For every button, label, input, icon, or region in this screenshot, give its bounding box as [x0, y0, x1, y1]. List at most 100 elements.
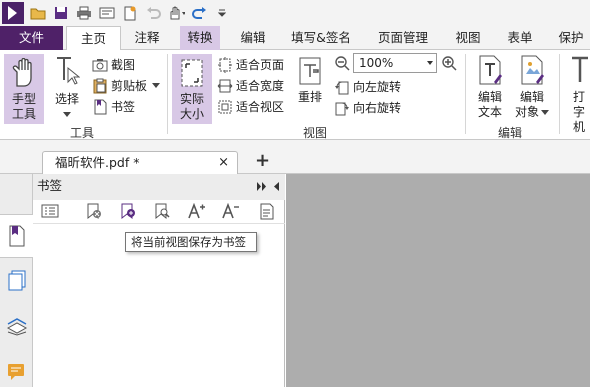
hand-dropdown-icon[interactable] — [167, 5, 185, 21]
typewriter-label-2: 字机 — [572, 105, 585, 134]
fit-visible-button[interactable]: 适合视区 — [217, 97, 284, 116]
tab-protect[interactable]: 保护 — [552, 26, 590, 50]
edit-object-label-1: 编辑 — [519, 90, 544, 104]
actual-size-button[interactable]: 实际 大小 — [172, 54, 212, 124]
ribbon-tabs: 文件 主页 注释 转换 编辑 填写&签名 页面管理 视图 表单 保护 — [0, 26, 590, 51]
tab-file[interactable]: 文件 — [0, 26, 63, 50]
zoom-out-icon[interactable] — [334, 55, 350, 71]
reflow-button[interactable]: 重排 — [294, 56, 326, 105]
add-bookmark-icon[interactable] — [119, 203, 137, 220]
tab-view[interactable]: 视图 — [448, 26, 488, 50]
reflow-icon — [299, 57, 321, 85]
comments-panel-icon[interactable] — [7, 362, 27, 382]
hand-tool-label-2: 工具 — [11, 107, 36, 121]
bookmark-panel-title: 书签 — [37, 178, 63, 193]
reflow-label: 重排 — [297, 90, 322, 104]
customize-dropdown-icon[interactable] — [213, 5, 231, 21]
zoom-in-icon[interactable] — [441, 55, 457, 71]
fit-page-label: 适合页面 — [236, 58, 285, 72]
app-logo-icon[interactable] — [2, 2, 24, 24]
typewriter-icon — [572, 56, 588, 82]
properties-icon[interactable] — [98, 5, 116, 21]
select-label: 选择 — [54, 92, 79, 106]
hand-icon — [12, 58, 32, 87]
rotate-left-icon — [335, 81, 349, 94]
delete-bookmark-icon[interactable] — [85, 203, 103, 220]
expand-panel-icon[interactable] — [257, 182, 267, 191]
navigation-sidebar — [0, 174, 33, 387]
undo-disabled-icon[interactable] — [144, 5, 162, 21]
clipboard-label: 剪贴板 — [111, 79, 148, 93]
document-canvas[interactable] — [286, 174, 590, 387]
screenshot-button[interactable]: 截图 — [92, 55, 135, 74]
edit-text-label-2: 文本 — [477, 105, 502, 119]
tab-home[interactable]: 主页 — [66, 26, 121, 51]
hand-tool-label-1: 手型 — [11, 92, 36, 106]
reduce-text-icon[interactable] — [221, 203, 239, 220]
tab-fill-sign[interactable]: 填写&签名 — [286, 26, 356, 50]
tab-edit[interactable]: 编辑 — [232, 26, 274, 50]
fit-page-button[interactable]: 适合页面 — [217, 55, 284, 74]
clipboard-button[interactable]: 剪贴板 — [92, 76, 161, 95]
rotate-right-icon — [335, 102, 349, 115]
edit-object-label-2: 对象 — [514, 105, 539, 119]
actual-size-label-2: 大小 — [179, 107, 204, 121]
close-tab-icon[interactable]: × — [218, 152, 229, 174]
document-tab-title: 福昕软件.pdf * — [55, 155, 140, 170]
clipboard-icon — [93, 78, 107, 93]
fit-width-icon — [217, 79, 233, 92]
enlarge-text-icon[interactable] — [187, 203, 205, 220]
group-divider — [465, 54, 466, 134]
open-icon[interactable] — [29, 5, 47, 21]
edit-text-button[interactable]: 编辑 文本 — [472, 54, 508, 120]
group-divider — [559, 54, 560, 134]
document-tab-strip: 福昕软件.pdf * × — [0, 140, 590, 174]
find-bookmark-icon[interactable] — [153, 203, 171, 220]
tab-page-manage[interactable]: 页面管理 — [370, 26, 436, 50]
ribbon-home: 手型 工具 选择 截图 剪贴板 书签 工具 实际 大小 适合页面 适合宽度 适合… — [0, 50, 590, 140]
bookmark-icon — [94, 99, 107, 114]
edit-group-label: 编辑 — [498, 126, 523, 140]
zoom-select[interactable]: 100% — [353, 53, 437, 73]
bookmark-properties-icon[interactable] — [259, 203, 277, 220]
group-divider — [167, 54, 168, 134]
save-icon[interactable] — [52, 5, 70, 21]
tab-comment[interactable]: 注释 — [126, 26, 168, 50]
document-tab[interactable]: 福昕软件.pdf * × — [42, 151, 238, 174]
edit-text-icon — [479, 55, 502, 85]
redo-icon[interactable] — [190, 5, 208, 21]
collapse-panel-icon[interactable] — [273, 182, 280, 191]
select-tool-button[interactable]: 选择 — [50, 54, 84, 122]
bookmark-toolbar — [33, 200, 285, 224]
typewriter-button[interactable]: 打 字机 — [568, 54, 590, 135]
layers-panel-icon[interactable] — [6, 316, 28, 336]
bookmark-button[interactable]: 书签 — [92, 97, 135, 116]
zoom-dropdown-icon — [427, 61, 433, 65]
nav-bookmarks-active[interactable] — [0, 214, 33, 258]
camera-icon — [92, 58, 108, 71]
fit-width-button[interactable]: 适合宽度 — [217, 76, 284, 95]
edit-object-dropdown-icon — [541, 110, 549, 115]
bookmark-options-icon[interactable] — [41, 204, 59, 218]
actual-size-icon — [181, 59, 203, 87]
print-icon[interactable] — [75, 5, 93, 21]
tab-convert[interactable]: 转换 — [180, 26, 220, 50]
rotate-right-button[interactable]: 向右旋转 — [334, 98, 401, 117]
new-tab-plus-icon[interactable]: + — [255, 150, 270, 171]
edit-object-icon — [521, 55, 544, 85]
clipboard-dropdown-icon — [152, 82, 161, 88]
pages-panel-icon[interactable] — [7, 270, 27, 292]
edit-object-button[interactable]: 编辑 对象 — [512, 54, 552, 120]
fit-width-label: 适合宽度 — [236, 79, 285, 93]
rotate-left-button[interactable]: 向左旋转 — [334, 77, 401, 96]
tab-form[interactable]: 表单 — [500, 26, 540, 50]
bookmark-panel-header: 书签 — [33, 174, 285, 200]
view-group-label: 视图 — [303, 126, 328, 140]
select-dropdown-icon — [63, 112, 71, 117]
new-icon[interactable] — [121, 5, 139, 21]
edit-text-label-1: 编辑 — [477, 90, 502, 104]
quick-access-toolbar — [0, 0, 590, 26]
add-bookmark-tooltip: 将当前视图保存为书签 — [125, 232, 257, 252]
hand-tool-button[interactable]: 手型 工具 — [4, 54, 44, 124]
bookmark-panel-icon — [9, 225, 25, 247]
